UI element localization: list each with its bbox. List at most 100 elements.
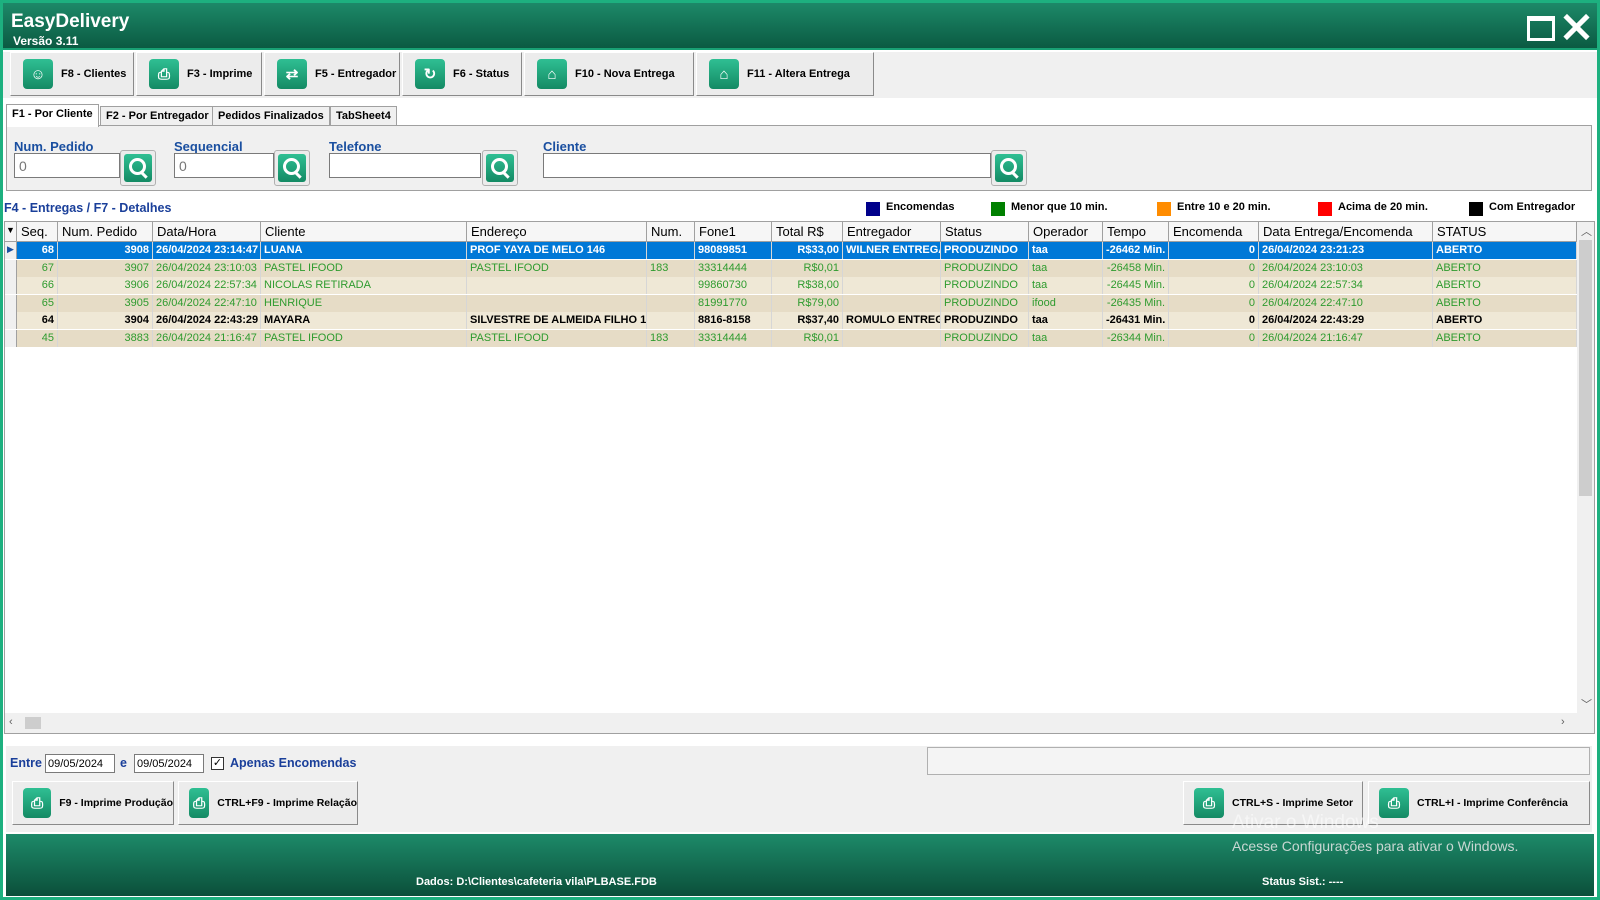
- telefone-search-button[interactable]: [482, 150, 518, 186]
- cell-status: PRODUZINDO: [941, 277, 1029, 294]
- app-title: EasyDelivery: [11, 11, 130, 32]
- cell-fone1: 99860730: [695, 277, 772, 294]
- date-from-input[interactable]: [45, 754, 115, 773]
- close-icon[interactable]: [1560, 11, 1592, 43]
- table-row[interactable]: 67 3907 26/04/2024 23:10:03 PASTEL IFOOD PAS…: [5, 259, 1577, 277]
- scroll-down-icon[interactable]: ﹀: [1581, 696, 1592, 712]
- tab-tabsheet4[interactable]: TabSheet4: [330, 106, 397, 126]
- column-header[interactable]: Endereço: [467, 222, 647, 242]
- cell-data-hora: 26/04/2024 22:43:29: [153, 312, 261, 329]
- cliente-search-button[interactable]: [991, 150, 1027, 186]
- column-header[interactable]: Fone1: [695, 222, 772, 242]
- cell-total: R$0,01: [772, 329, 843, 347]
- num-pedido-search-button[interactable]: [120, 150, 156, 186]
- table-row[interactable]: 64 3904 26/04/2024 22:43:29 MAYARA SILVESTRE…: [5, 312, 1577, 329]
- cliente-input[interactable]: [543, 153, 991, 178]
- sequencial-search-button[interactable]: [274, 150, 310, 186]
- horizontal-scrollbar[interactable]: ‹ ›: [5, 713, 1594, 733]
- cell-num: [647, 294, 695, 312]
- nova-entrega-button[interactable]: ⌂ F10 - Nova Entrega: [524, 52, 694, 96]
- cell-endereco: SILVESTRE DE ALMEIDA FILHO 17: [467, 312, 647, 329]
- table-row[interactable]: ▶ 68 3908 26/04/2024 23:14:47 LUANA PROF YAYA…: [5, 242, 1577, 259]
- column-filter-icon[interactable]: ▼: [5, 222, 17, 242]
- printer-icon: ⎙: [1194, 788, 1224, 818]
- scroll-thumb[interactable]: [1579, 240, 1592, 496]
- cell-endereco: [467, 294, 647, 312]
- cell-fone1: 33314444: [695, 329, 772, 347]
- altera-entrega-button[interactable]: ⌂ F11 - Altera Entrega: [696, 52, 874, 96]
- cell-cliente: HENRIQUE: [261, 294, 467, 312]
- date-to-input[interactable]: [134, 754, 204, 773]
- vertical-scrollbar[interactable]: ︿ ﹀: [1577, 222, 1594, 713]
- num-pedido-label: Num. Pedido: [14, 139, 94, 154]
- cell-seq: 45: [17, 329, 58, 347]
- imprime-conferencia-button[interactable]: ⎙ CTRL+I - Imprime Conferência: [1368, 781, 1590, 825]
- scroll-up-icon[interactable]: ︿: [1581, 223, 1592, 239]
- maximize-icon[interactable]: [1527, 16, 1555, 41]
- table-row[interactable]: 66 3906 26/04/2024 22:57:34 NICOLAS RETIRAD…: [5, 277, 1577, 294]
- cell-seq: 66: [17, 277, 58, 294]
- cell-num: [647, 312, 695, 329]
- column-header[interactable]: Num.: [647, 222, 695, 242]
- cell-fone1: 33314444: [695, 259, 772, 277]
- scroll-left-icon[interactable]: ‹: [9, 716, 13, 728]
- table-row[interactable]: 65 3905 26/04/2024 22:47:10 HENRIQUE 8199177…: [5, 294, 1577, 312]
- tab-por-cliente[interactable]: F1 - Por Cliente: [6, 104, 99, 127]
- column-header[interactable]: STATUS: [1433, 222, 1577, 242]
- telefone-input[interactable]: [329, 153, 481, 178]
- app-window: EasyDelivery Versão 3.11 ☺ F8 - Clientes…: [0, 0, 1600, 900]
- tab-por-entregador[interactable]: F2 - Por Entregador: [100, 106, 215, 126]
- column-header[interactable]: Encomenda: [1169, 222, 1259, 242]
- cell-tempo: -26344 Min.: [1103, 329, 1169, 347]
- column-header[interactable]: Operador: [1029, 222, 1103, 242]
- button-label: CTRL+S - Imprime Setor: [1232, 797, 1354, 809]
- legend-label: Menor que 10 min.: [1011, 201, 1108, 213]
- cell-total: R$0,01: [772, 259, 843, 277]
- tab-pedidos-finalizados[interactable]: Pedidos Finalizados: [212, 106, 330, 126]
- cell-tempo: -26462 Min.: [1103, 242, 1169, 259]
- table-row[interactable]: 45 3883 26/04/2024 21:16:47 PASTEL IFOOD PAS…: [5, 329, 1577, 347]
- cell-total: R$33,00: [772, 242, 843, 259]
- clientes-button[interactable]: ☺ F8 - Clientes: [10, 52, 134, 96]
- imprime-producao-button[interactable]: ⎙ F9 - Imprime Produção: [12, 781, 174, 825]
- column-header[interactable]: Num. Pedido: [58, 222, 153, 242]
- scroll-right-icon[interactable]: ›: [1561, 716, 1565, 728]
- cell-num-pedido: 3883: [58, 329, 153, 347]
- cell-endereco: [467, 277, 647, 294]
- sequencial-label: Sequencial: [174, 139, 243, 154]
- apenas-encomendas-checkbox[interactable]: ✓: [211, 757, 224, 770]
- button-label: CTRL+I - Imprime Conferência: [1417, 797, 1568, 809]
- cell-num: 183: [647, 329, 695, 347]
- column-header[interactable]: Seq.: [17, 222, 58, 242]
- column-header[interactable]: Data/Hora: [153, 222, 261, 242]
- status-button[interactable]: ↻ F6 - Status: [402, 52, 522, 96]
- legend-swatch: [866, 202, 880, 216]
- current-row-icon: ▶: [5, 242, 17, 259]
- column-header[interactable]: Total R$: [772, 222, 843, 242]
- sequencial-input[interactable]: [174, 153, 274, 178]
- column-header[interactable]: Cliente: [261, 222, 467, 242]
- entregador-button[interactable]: ⇄ F5 - Entregador: [264, 52, 400, 96]
- column-header[interactable]: Entregador: [843, 222, 941, 242]
- cell-status: PRODUZINDO: [941, 294, 1029, 312]
- cell-status2: ABERTO: [1433, 277, 1577, 294]
- toolbar-label: F6 - Status: [453, 68, 510, 80]
- imprime-button[interactable]: ⎙ F3 - Imprime: [136, 52, 262, 96]
- users-icon: ☺: [23, 59, 53, 89]
- system-status: Status Sist.: ----: [1262, 876, 1344, 888]
- scroll-thumb[interactable]: [25, 717, 41, 729]
- cell-data-entrega: 26/04/2024 22:43:29: [1259, 312, 1433, 329]
- cell-encomenda: 0: [1169, 294, 1259, 312]
- deliveries-grid[interactable]: ▼ Seq. Num. Pedido Data/Hora Cliente Endereço…: [4, 221, 1595, 734]
- grid-header: ▼ Seq. Num. Pedido Data/Hora Cliente Endereço…: [5, 222, 1577, 242]
- cell-fone1: 8816-8158: [695, 312, 772, 329]
- column-header[interactable]: Status: [941, 222, 1029, 242]
- column-header[interactable]: Tempo: [1103, 222, 1169, 242]
- cell-cliente: NICOLAS RETIRADA: [261, 277, 467, 294]
- cell-encomenda: 0: [1169, 329, 1259, 347]
- legend-swatch: [1469, 202, 1483, 216]
- column-header[interactable]: Data Entrega/Encomenda: [1259, 222, 1433, 242]
- num-pedido-input[interactable]: [14, 153, 120, 178]
- home-icon: ⌂: [709, 59, 739, 89]
- imprime-relacao-button[interactable]: ⎙ CTRL+F9 - Imprime Relação: [178, 781, 358, 825]
